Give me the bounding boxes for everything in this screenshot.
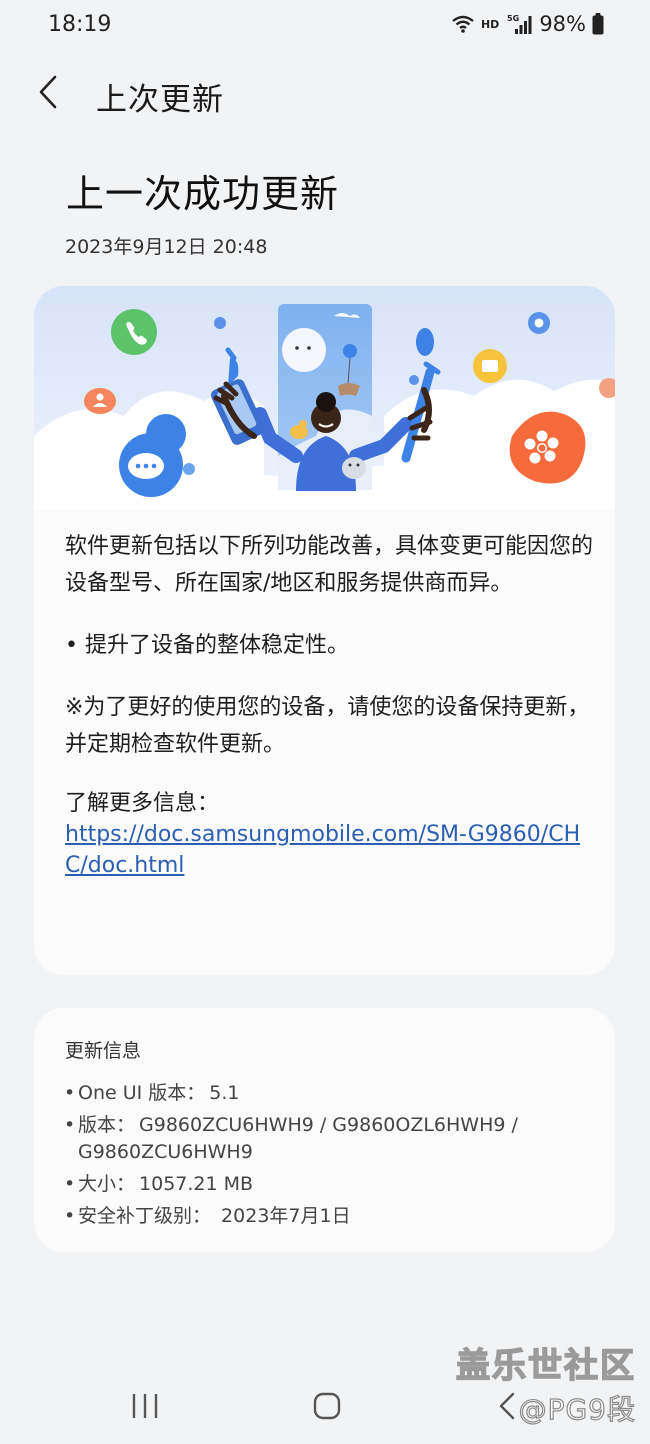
wifi-icon	[451, 14, 475, 34]
info-value: 2023年7月1日	[215, 1205, 351, 1227]
notes-item: • 提升了设备的整体稳定性。	[65, 633, 349, 658]
recents-icon	[128, 1394, 164, 1426]
update-info-card: 更新信息 One UI 版本：5.1 版本：G9860ZCU6HWH9 / G9…	[34, 1008, 615, 1252]
release-notes-card: 软件更新包括以下所列功能改善，具体变更可能因您的设备型号、所在国家/地区和服务提…	[34, 286, 615, 975]
recents-button[interactable]	[128, 1390, 164, 1422]
info-value: G9860ZCU6HWH9 / G9860OZL6HWH9 / G9860ZCU…	[78, 1114, 518, 1163]
info-value: 5.1	[209, 1082, 240, 1104]
update-illustration	[34, 286, 615, 510]
battery-label: 98%	[539, 12, 586, 36]
info-item-security-patch: 安全补丁级别： 2023年7月1日	[64, 1203, 594, 1230]
screen: 18:19 HD 5G 98% 上次更新 上一次成功更新 2023年9月12日 …	[0, 0, 650, 1444]
watermark-community: 盖乐世社区	[455, 1345, 636, 1387]
home-icon	[310, 1392, 344, 1427]
status-time: 18:19	[48, 12, 112, 37]
page-title: 上一次成功更新	[66, 172, 340, 216]
info-value: 1057.21 MB	[139, 1173, 254, 1195]
release-notes: 软件更新包括以下所列功能改善，具体变更可能因您的设备型号、所在国家/地区和服务提…	[65, 528, 595, 881]
nav-back-icon	[495, 1392, 523, 1426]
app-bar-title: 上次更新	[96, 82, 224, 118]
more-info-label: 了解更多信息：	[65, 791, 220, 816]
update-info-title: 更新信息	[65, 1040, 142, 1062]
info-label: 版本：	[78, 1114, 136, 1136]
app-bar: 上次更新	[0, 66, 650, 126]
notes-intro: 软件更新包括以下所列功能改善，具体变更可能因您的设备型号、所在国家/地区和服务提…	[65, 534, 594, 596]
notes-advice: ※为了更好的使用您的设备，请使您的设备保持更新，并定期检查软件更新。	[65, 695, 590, 757]
svg-text:5G: 5G	[507, 14, 519, 23]
battery-icon	[592, 13, 604, 35]
watermark-user: @PG9段	[518, 1392, 636, 1426]
nav-back-button[interactable]	[495, 1390, 523, 1422]
info-label: 安全补丁级别：	[78, 1205, 212, 1227]
chevron-left-icon	[37, 75, 59, 113]
info-label: 大小：	[78, 1173, 136, 1195]
status-icons: HD 5G 98%	[451, 12, 604, 36]
update-info-list: One UI 版本：5.1 版本：G9860ZCU6HWH9 / G9860OZ…	[64, 1080, 594, 1235]
more-info-link[interactable]: https://doc.samsungmobile.com/SM-G9860/C…	[65, 819, 595, 881]
info-item-version: 版本：G9860ZCU6HWH9 / G9860OZL6HWH9 / G9860…	[64, 1112, 594, 1166]
info-item-size: 大小：1057.21 MB	[64, 1171, 594, 1198]
signal-icon: 5G	[507, 13, 533, 35]
status-bar: 18:19 HD 5G 98%	[0, 0, 650, 56]
home-button[interactable]	[310, 1389, 344, 1423]
info-item-oneui: One UI 版本：5.1	[64, 1080, 594, 1107]
back-button[interactable]	[28, 74, 68, 114]
update-date: 2023年9月12日 20:48	[65, 236, 268, 258]
network-label: HD	[480, 17, 500, 31]
info-label: One UI 版本：	[78, 1082, 206, 1104]
